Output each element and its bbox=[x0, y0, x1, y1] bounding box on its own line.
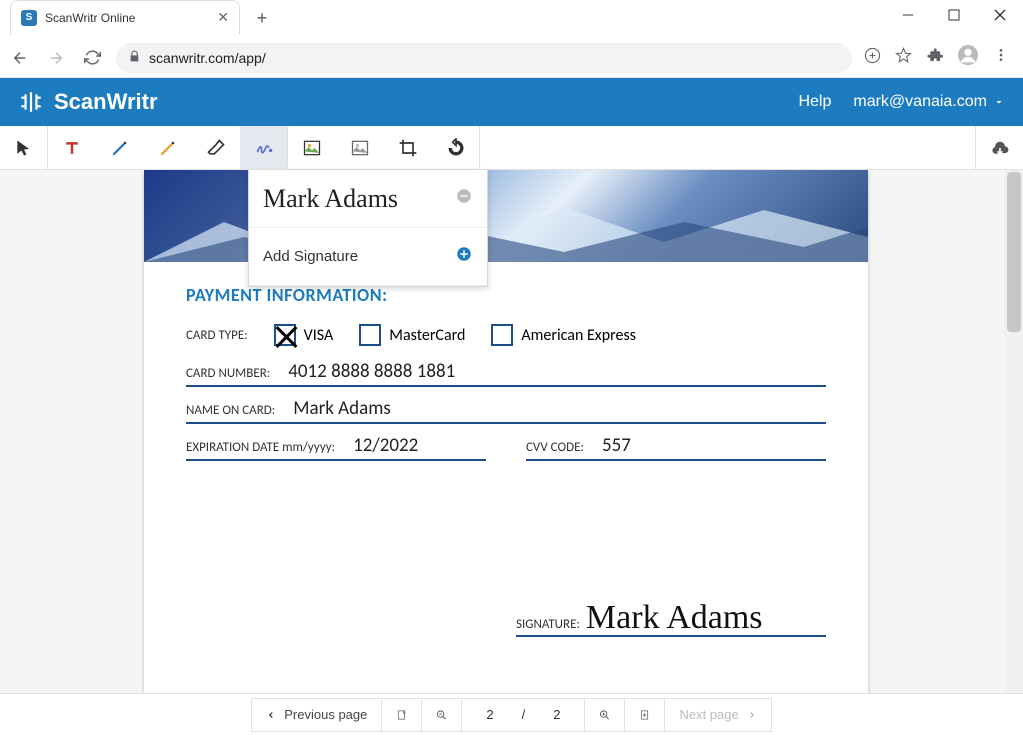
nav-reload-button[interactable] bbox=[80, 46, 104, 70]
name-on-card-label: NAME ON CARD: bbox=[186, 403, 275, 418]
next-page-button[interactable]: Next page bbox=[665, 699, 770, 731]
page-sep: / bbox=[512, 707, 536, 722]
card-type-mastercard-label: MasterCard bbox=[389, 326, 465, 345]
url-text: scanwritr.com/app/ bbox=[149, 50, 266, 66]
card-number-value[interactable]: 4012 8888 8888 1881 bbox=[288, 360, 455, 383]
signature-popover: Mark Adams Add Signature bbox=[248, 170, 488, 287]
remove-signature-button[interactable] bbox=[455, 187, 473, 210]
exp-cvv-row: EXPIRATION DATE mm/yyyy: 12/2022 CVV COD… bbox=[186, 434, 826, 471]
scrollbar-thumb[interactable] bbox=[1007, 172, 1021, 332]
browser-tab[interactable]: S ScanWritr Online ✕ bbox=[10, 0, 240, 34]
browser-address-bar: scanwritr.com/app/ bbox=[0, 38, 1023, 78]
page-current: 2 bbox=[476, 707, 503, 722]
chevron-down-icon bbox=[993, 96, 1005, 108]
card-type-visa-label: VISA bbox=[304, 326, 334, 345]
brand-name: ScanWritr bbox=[54, 89, 158, 115]
expiration-value[interactable]: 12/2022 bbox=[353, 434, 418, 457]
tool-rotate[interactable] bbox=[432, 126, 480, 170]
next-page-label: Next page bbox=[679, 707, 738, 722]
tab-title: ScanWritr Online bbox=[45, 11, 135, 25]
signature-value[interactable]: Mark Adams bbox=[586, 601, 763, 635]
tool-image[interactable] bbox=[288, 126, 336, 170]
checkbox-amex[interactable] bbox=[491, 324, 513, 346]
new-tab-button[interactable]: + bbox=[248, 4, 276, 32]
card-type-amex-label: American Express bbox=[521, 326, 636, 345]
card-number-label: CARD NUMBER: bbox=[186, 366, 270, 381]
user-email: mark@vanaia.com bbox=[853, 93, 987, 111]
brand-cursor-icon bbox=[18, 89, 44, 115]
window-titlebar: S ScanWritr Online ✕ + bbox=[0, 0, 1023, 38]
window-minimize-button[interactable] bbox=[885, 0, 931, 30]
page-indicator: 2 / 2 bbox=[462, 699, 585, 731]
nav-forward-button[interactable] bbox=[44, 46, 68, 70]
previous-page-label: Previous page bbox=[284, 707, 367, 722]
card-type-label: CARD TYPE: bbox=[186, 328, 248, 343]
window-maximize-button[interactable] bbox=[931, 0, 977, 30]
editor-canvas[interactable]: PAYMENT INFORMATION: CARD TYPE: VISA Mas… bbox=[0, 170, 1005, 693]
nav-back-button[interactable] bbox=[8, 46, 32, 70]
profile-icon[interactable] bbox=[957, 44, 979, 71]
cvv-value[interactable]: 557 bbox=[602, 434, 631, 457]
previous-page-button[interactable]: Previous page bbox=[252, 699, 382, 731]
chevron-left-icon bbox=[266, 710, 276, 720]
cvv-label: CVV CODE: bbox=[526, 440, 584, 455]
url-input[interactable]: scanwritr.com/app/ bbox=[116, 43, 852, 73]
tool-text[interactable] bbox=[48, 126, 96, 170]
help-link[interactable]: Help bbox=[798, 93, 831, 111]
window-controls bbox=[885, 0, 1023, 30]
browser-menu-icon[interactable] bbox=[993, 47, 1009, 68]
tool-marker[interactable] bbox=[144, 126, 192, 170]
editor-toolbar: Mark Adams Add Signature bbox=[0, 126, 1023, 170]
card-type-row: CARD TYPE: VISA MasterCard American Expr… bbox=[186, 324, 826, 346]
lock-icon bbox=[128, 50, 141, 66]
zoom-out-button[interactable] bbox=[422, 699, 462, 731]
page-total: 2 bbox=[543, 707, 570, 722]
name-on-card-value[interactable]: Mark Adams bbox=[293, 397, 391, 420]
checkbox-visa[interactable] bbox=[274, 324, 296, 346]
card-type-mastercard[interactable]: MasterCard bbox=[359, 324, 465, 346]
app-header: ScanWritr Help mark@vanaia.com bbox=[0, 78, 1023, 126]
favicon: S bbox=[21, 10, 37, 26]
zoom-in-button[interactable] bbox=[585, 699, 625, 731]
window-close-button[interactable] bbox=[977, 0, 1023, 30]
card-type-visa[interactable]: VISA bbox=[274, 324, 334, 346]
vertical-scrollbar[interactable] bbox=[1005, 170, 1023, 693]
add-signature-plus-icon bbox=[455, 245, 473, 268]
bookmark-star-icon[interactable] bbox=[895, 47, 912, 69]
tool-crop[interactable] bbox=[384, 126, 432, 170]
section-title: PAYMENT INFORMATION: bbox=[186, 284, 826, 306]
card-number-row: CARD NUMBER: 4012 8888 8888 1881 bbox=[186, 360, 826, 387]
add-page-icon[interactable] bbox=[864, 47, 881, 69]
chevron-right-icon bbox=[747, 710, 757, 720]
extensions-icon[interactable] bbox=[926, 47, 943, 69]
tab-close-button[interactable]: ✕ bbox=[217, 9, 229, 26]
app-brand[interactable]: ScanWritr bbox=[18, 89, 158, 115]
browser-right-icons bbox=[864, 44, 1015, 71]
tool-image-bw[interactable] bbox=[336, 126, 384, 170]
tool-export[interactable] bbox=[975, 126, 1023, 170]
form-body: PAYMENT INFORMATION: CARD TYPE: VISA Mas… bbox=[144, 262, 868, 659]
name-on-card-row: NAME ON CARD: Mark Adams bbox=[186, 397, 826, 424]
tool-eraser[interactable] bbox=[192, 126, 240, 170]
tool-signature[interactable] bbox=[240, 126, 288, 170]
tool-pen[interactable] bbox=[96, 126, 144, 170]
user-menu[interactable]: mark@vanaia.com bbox=[853, 93, 1005, 111]
add-signature-label: Add Signature bbox=[263, 248, 358, 265]
page-outline-icon[interactable] bbox=[382, 699, 422, 731]
signature-label: SIGNATURE: bbox=[516, 617, 580, 632]
pager-controls: Previous page 2 / 2 Next page bbox=[251, 698, 771, 732]
saved-signature-item[interactable]: Mark Adams bbox=[249, 170, 487, 228]
saved-signature-preview: Mark Adams bbox=[263, 184, 398, 214]
tool-select[interactable] bbox=[0, 126, 48, 170]
pager-bar: Previous page 2 / 2 Next page bbox=[0, 693, 1023, 735]
expiration-label: EXPIRATION DATE mm/yyyy: bbox=[186, 440, 335, 455]
card-type-amex[interactable]: American Express bbox=[491, 324, 636, 346]
signature-row: SIGNATURE: Mark Adams bbox=[186, 601, 826, 637]
add-page-button[interactable] bbox=[625, 699, 665, 731]
checkbox-mastercard[interactable] bbox=[359, 324, 381, 346]
add-signature-item[interactable]: Add Signature bbox=[249, 228, 487, 286]
